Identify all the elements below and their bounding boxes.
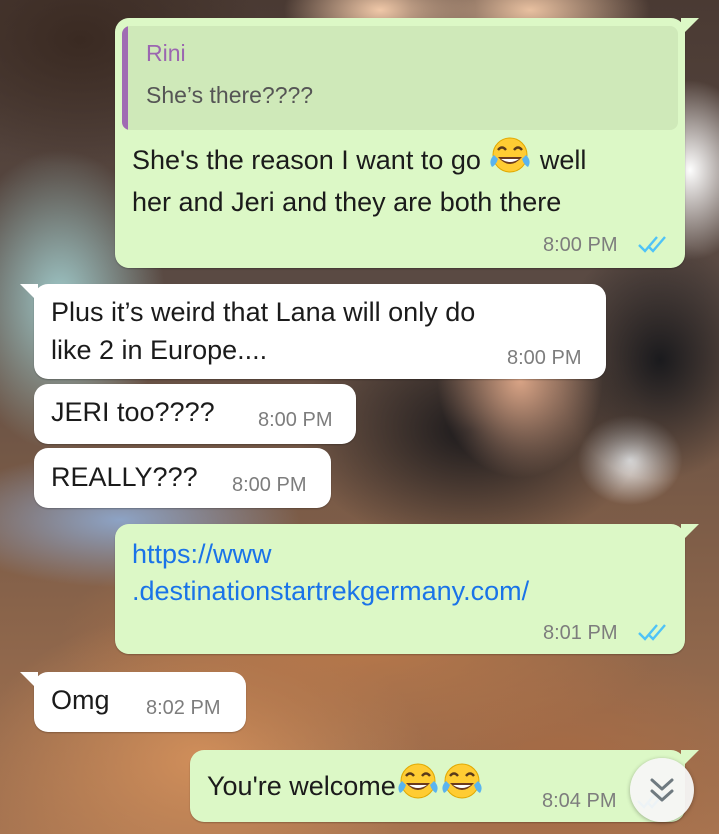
face-with-tears-of-joy-icon [440, 761, 484, 814]
quote-author: Rini [146, 40, 186, 66]
message-text-line: her and Jeri and they are both there [132, 187, 562, 217]
message-text-line: You're welcome [207, 761, 484, 814]
message-time: 8:04 PM [542, 790, 617, 812]
message-time: 8:01 PM [543, 622, 618, 644]
message-text-line: like 2 in Europe.... [51, 335, 268, 365]
message-text-line: REALLY??? [51, 462, 198, 492]
quote-bar [122, 26, 128, 130]
message-bubble-incoming[interactable]: Plus it’s weird that Lana will only do l… [20, 284, 606, 379]
bubble-tail [681, 524, 699, 542]
message-time: 8:02 PM [146, 697, 221, 719]
message-bubble-incoming[interactable]: REALLY??? 8:00 PM [34, 448, 331, 508]
scroll-to-bottom-button[interactable] [630, 758, 694, 822]
message-bubble-outgoing[interactable]: Rini She’s there???? She's the reason I … [115, 18, 699, 268]
message-bubble-outgoing[interactable]: https://www .destinationstartrekgermany.… [115, 524, 699, 654]
quote-text: She’s there???? [146, 82, 314, 108]
message-time: 8:00 PM [543, 234, 618, 256]
message-bubble-incoming[interactable]: Omg 8:02 PM [20, 672, 246, 732]
message-bubble-incoming[interactable]: JERI too???? 8:00 PM [34, 384, 356, 444]
message-time: 8:00 PM [258, 409, 333, 431]
read-receipt-icon [638, 236, 666, 253]
message-time: 8:00 PM [232, 474, 307, 496]
quoted-message[interactable]: Rini She’s there???? [122, 26, 678, 130]
bubble-tail [681, 18, 699, 36]
message-text-line: JERI too???? [51, 397, 215, 427]
bubble-tail [20, 672, 38, 690]
double-chevron-down-icon [650, 778, 674, 802]
message-bubble-outgoing[interactable]: You're welcome 8:04 PM [190, 750, 699, 822]
face-with-tears-of-joy-icon [396, 761, 440, 814]
message-link[interactable]: .destinationstartrekgermany.com/ [132, 569, 529, 613]
message-time: 8:00 PM [507, 347, 582, 369]
read-receipt-icon [638, 624, 666, 641]
bubble-tail [20, 284, 38, 302]
message-text-line: Omg [51, 685, 110, 715]
